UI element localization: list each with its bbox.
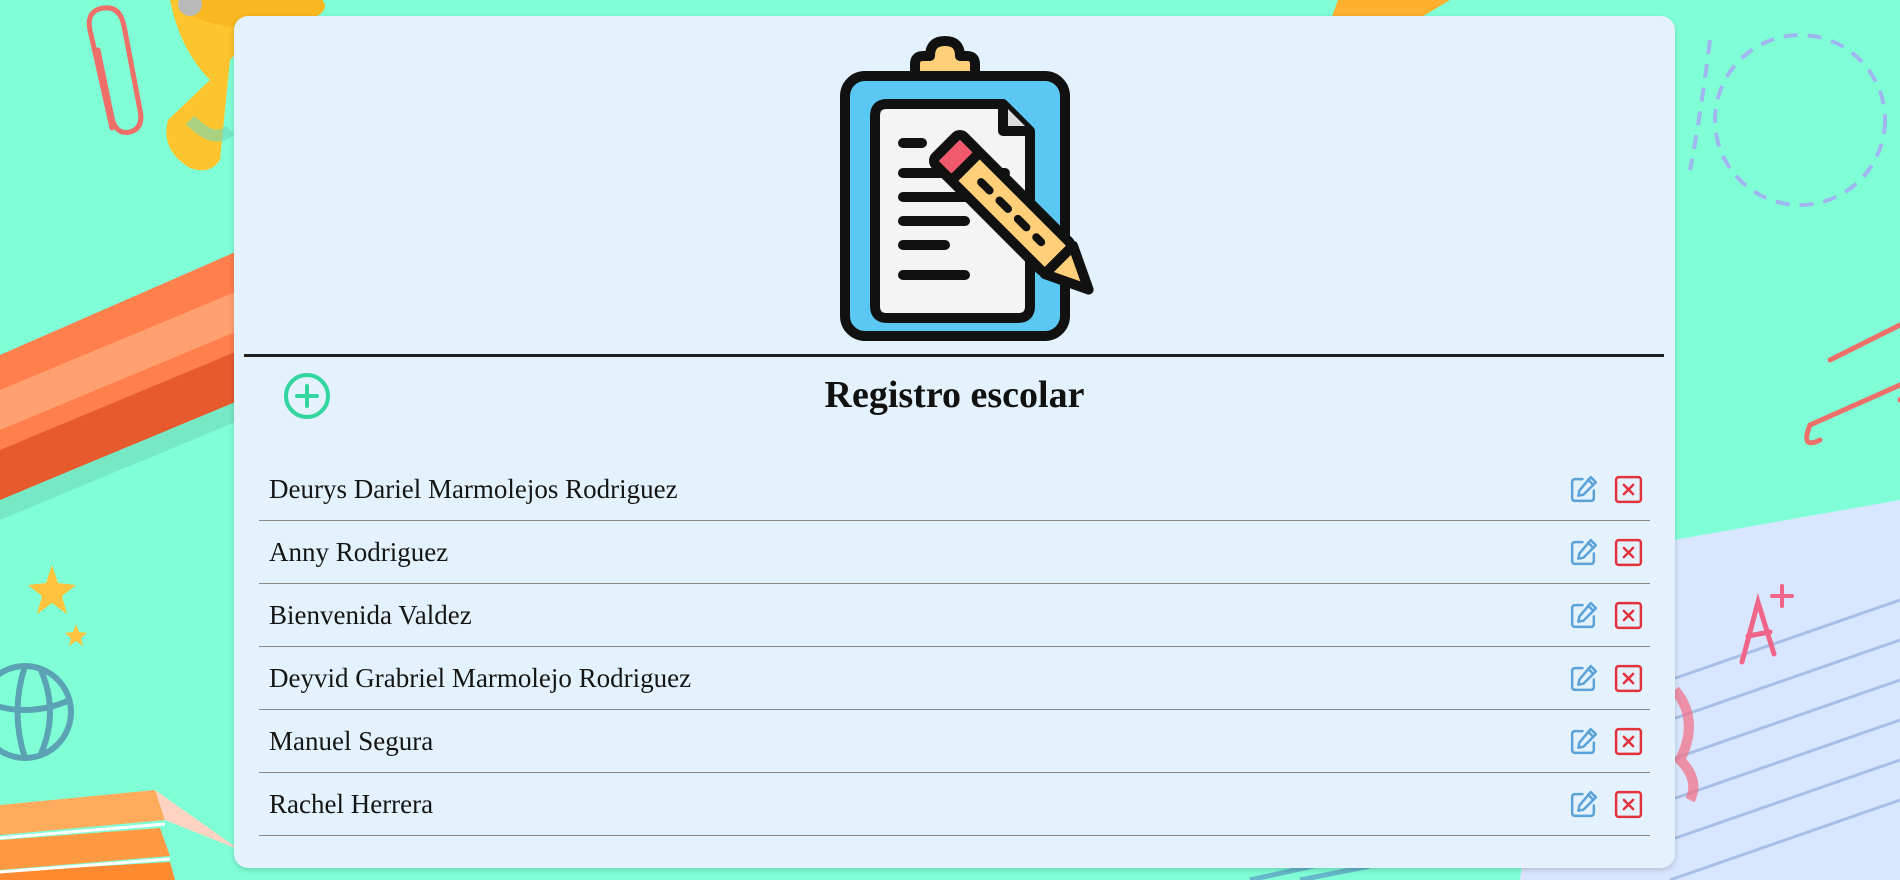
edit-icon bbox=[1570, 790, 1598, 817]
edit-button[interactable] bbox=[1568, 789, 1599, 820]
student-name: Anny Rodriguez bbox=[269, 536, 449, 567]
list-item: Deurys Dariel Marmolejos Rodriguez bbox=[259, 458, 1650, 521]
edit-icon bbox=[1570, 727, 1598, 754]
edit-icon bbox=[1570, 664, 1598, 691]
student-name: Rachel Herrera bbox=[269, 788, 434, 819]
logo-area bbox=[234, 36, 1675, 351]
pencil-icon bbox=[0, 250, 240, 520]
row-actions bbox=[1568, 789, 1644, 820]
edit-button[interactable] bbox=[1568, 726, 1599, 757]
basketball-icon bbox=[0, 663, 74, 761]
edit-button[interactable] bbox=[1568, 474, 1599, 505]
pencils-icon bbox=[0, 790, 240, 880]
student-name: Deyvid Grabriel Marmolejo Rodriguez bbox=[269, 662, 692, 693]
dashed-swirl-icon bbox=[1688, 33, 1887, 207]
row-actions bbox=[1568, 726, 1644, 757]
star-icon bbox=[28, 565, 76, 614]
student-list: Deurys Dariel Marmolejos Rodriguez Anny … bbox=[259, 458, 1650, 836]
delete-button[interactable] bbox=[1613, 474, 1644, 505]
student-name: Manuel Segura bbox=[269, 725, 434, 756]
list-item: Manuel Segura bbox=[259, 710, 1650, 773]
row-actions bbox=[1568, 663, 1644, 694]
row-actions bbox=[1568, 537, 1644, 568]
row-actions bbox=[1568, 600, 1644, 631]
list-item: Rachel Herrera bbox=[259, 773, 1650, 836]
student-name: Deurys Dariel Marmolejos Rodriguez bbox=[269, 473, 678, 504]
list-item: Deyvid Grabriel Marmolejo Rodriguez bbox=[259, 647, 1650, 710]
edit-button[interactable] bbox=[1568, 600, 1599, 631]
delete-icon bbox=[1614, 727, 1643, 755]
delete-icon bbox=[1614, 601, 1643, 629]
delete-button[interactable] bbox=[1613, 537, 1644, 568]
edit-button[interactable] bbox=[1568, 537, 1599, 568]
student-name: Bienvenida Valdez bbox=[269, 599, 472, 630]
paperclip-icon bbox=[86, 5, 144, 135]
edit-icon bbox=[1570, 538, 1598, 565]
clipboard-pencil-icon bbox=[839, 36, 1094, 341]
edit-icon bbox=[1570, 601, 1598, 628]
list-item: Anny Rodriguez bbox=[259, 521, 1650, 584]
delete-button[interactable] bbox=[1613, 789, 1644, 820]
list-item: Bienvenida Valdez bbox=[259, 584, 1650, 647]
page-title: Registro escolar bbox=[824, 374, 1085, 416]
delete-icon bbox=[1614, 475, 1643, 503]
delete-button[interactable] bbox=[1613, 726, 1644, 757]
registry-card: Registro escolar Deurys Dariel Marmolejo… bbox=[234, 16, 1675, 868]
star-icon bbox=[65, 624, 87, 646]
edit-button[interactable] bbox=[1568, 663, 1599, 694]
delete-icon bbox=[1614, 664, 1643, 692]
edit-icon bbox=[1570, 475, 1598, 502]
delete-icon bbox=[1614, 790, 1643, 818]
header-divider bbox=[244, 354, 1664, 357]
row-actions bbox=[1568, 474, 1644, 505]
delete-button[interactable] bbox=[1613, 663, 1644, 694]
paperclip-icon bbox=[1804, 322, 1900, 446]
delete-icon bbox=[1614, 538, 1643, 566]
delete-button[interactable] bbox=[1613, 600, 1644, 631]
